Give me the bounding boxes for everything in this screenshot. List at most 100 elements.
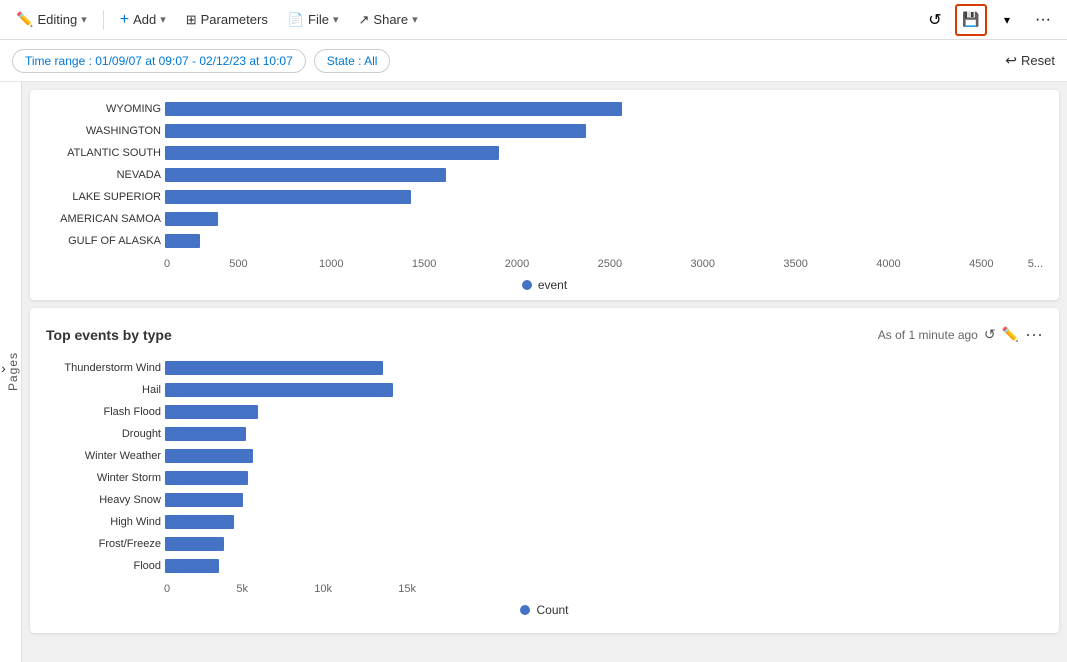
bar-fill [165,471,248,485]
chevron-down-button[interactable]: ▾ [991,4,1023,36]
top-chart-rows: WYOMING WASHINGTON ATLANTIC SOUTH NEVADA… [46,98,1043,252]
refresh-icon: ↺ [928,10,941,30]
bar-track [165,361,410,375]
bottom-chart-legend: Count [46,603,1043,617]
legend-label: event [538,278,567,292]
bar-fill [165,168,446,182]
legend-dot [522,280,532,290]
toolbar: ✏️ Editing ▾ + Add ▾ ⊞ Parameters 📄 File… [0,0,1067,40]
bar-fill [165,212,218,226]
bar-label: WYOMING [46,103,161,115]
bar-fill [165,405,258,419]
editing-button[interactable]: ✏️ Editing ▾ [8,7,95,32]
bottom-chart-rows: Thunderstorm Wind Hail Flash Flood Droug… [46,357,1043,577]
bar-label: NEVADA [46,169,161,181]
reset-button[interactable]: ↩ Reset [1005,52,1055,69]
bottom-chart-header: Top events by type As of 1 minute ago ↺ … [46,324,1043,345]
bottom-legend-dot [520,605,530,615]
top-chart-panel: WYOMING WASHINGTON ATLANTIC SOUTH NEVADA… [30,90,1059,300]
add-button[interactable]: + Add ▾ [112,7,174,33]
bottom-chart-subtitle: As of 1 minute ago ↺ ✏️ ··· [878,324,1043,345]
bar-track [165,449,410,463]
state-label: State : All [327,54,378,68]
bar-label: AMERICAN SAMOA [46,213,161,225]
bar-label: Winter Storm [46,472,161,484]
bar-track [165,190,1043,204]
file-button[interactable]: 📄 File ▾ [280,8,347,32]
bar-label: Hail [46,384,161,396]
top-chart-row: AMERICAN SAMOA [46,208,1043,230]
bottom-refresh-icon[interactable]: ↺ [984,326,996,343]
bar-track [165,515,410,529]
share-icon: ↗ [359,12,370,28]
bottom-chart-row: Flood [46,555,1043,577]
filter-bar: Time range : 01/09/07 at 09:07 - 02/12/2… [0,40,1067,82]
bar-track [165,537,410,551]
bar-fill [165,146,499,160]
bottom-chart-row: Drought [46,423,1043,445]
editing-label: Editing [37,12,77,27]
bar-fill [165,124,586,138]
bar-fill [165,559,219,573]
bar-label: LAKE SUPERIOR [46,191,161,203]
bar-label: GULF OF ALASKA [46,235,161,247]
bottom-chart-row: High Wind [46,511,1043,533]
ellipsis-icon: ··· [1035,11,1051,29]
bar-label: WASHINGTON [46,125,161,137]
parameters-button[interactable]: ⊞ Parameters [178,8,276,32]
edit-pencil-icon: ✏️ [16,11,33,28]
save-icon: 💾 [962,11,979,28]
bar-track [165,212,1043,226]
bottom-chart-row: Winter Storm [46,467,1043,489]
refresh-button[interactable]: ↺ [919,4,951,36]
bar-track [165,124,1043,138]
bottom-legend-label: Count [536,603,568,617]
bar-label: Flood [46,560,161,572]
subtitle-text: As of 1 minute ago [878,328,978,342]
chevron-down-icon: ▾ [1004,13,1010,27]
bar-fill [165,383,393,397]
bar-track [165,405,410,419]
bar-track [165,383,410,397]
bar-label: Winter Weather [46,450,161,462]
bar-fill [165,493,243,507]
top-chart-row: WASHINGTON [46,120,1043,142]
parameters-icon: ⊞ [186,12,197,28]
bar-track [165,471,410,485]
add-chevron-icon: ▾ [160,13,166,26]
separator [103,10,104,30]
state-filter[interactable]: State : All [314,49,391,73]
top-x-axis: 0 500 1000 1500 2000 2500 3000 3500 4000… [46,258,1043,270]
save-button[interactable]: 💾 [955,4,987,36]
top-chart-row: NEVADA [46,164,1043,186]
top-chart-row: LAKE SUPERIOR [46,186,1043,208]
bottom-chart-title: Top events by type [46,327,172,343]
bottom-chart-row: Thunderstorm Wind [46,357,1043,379]
bar-fill [165,234,200,248]
bar-label: ATLANTIC SOUTH [46,147,161,159]
bar-fill [165,427,246,441]
share-button[interactable]: ↗ Share ▾ [351,8,426,32]
file-icon: 📄 [288,12,304,28]
bottom-chart-row: Hail [46,379,1043,401]
more-options-button[interactable]: ··· [1027,4,1059,36]
bar-track [165,168,1043,182]
time-range-filter[interactable]: Time range : 01/09/07 at 09:07 - 02/12/2… [12,49,306,73]
file-chevron-icon: ▾ [333,13,339,26]
bottom-edit-icon[interactable]: ✏️ [1002,326,1019,343]
bottom-more-icon[interactable]: ··· [1025,324,1043,345]
bar-fill [165,190,411,204]
bar-track [165,427,410,441]
bar-fill [165,515,234,529]
pages-tab[interactable]: › Pages [0,82,22,662]
bar-label: Drought [46,428,161,440]
content-area: WYOMING WASHINGTON ATLANTIC SOUTH NEVADA… [22,82,1067,662]
bar-label: Thunderstorm Wind [46,362,161,374]
top-chart-row: ATLANTIC SOUTH [46,142,1043,164]
bottom-chart-row: Frost/Freeze [46,533,1043,555]
bottom-chart-row: Winter Weather [46,445,1043,467]
bar-track [165,146,1043,160]
top-chart-row: GULF OF ALASKA [46,230,1043,252]
time-range-label: Time range : 01/09/07 at 09:07 - 02/12/2… [25,54,293,68]
bar-fill [165,361,383,375]
